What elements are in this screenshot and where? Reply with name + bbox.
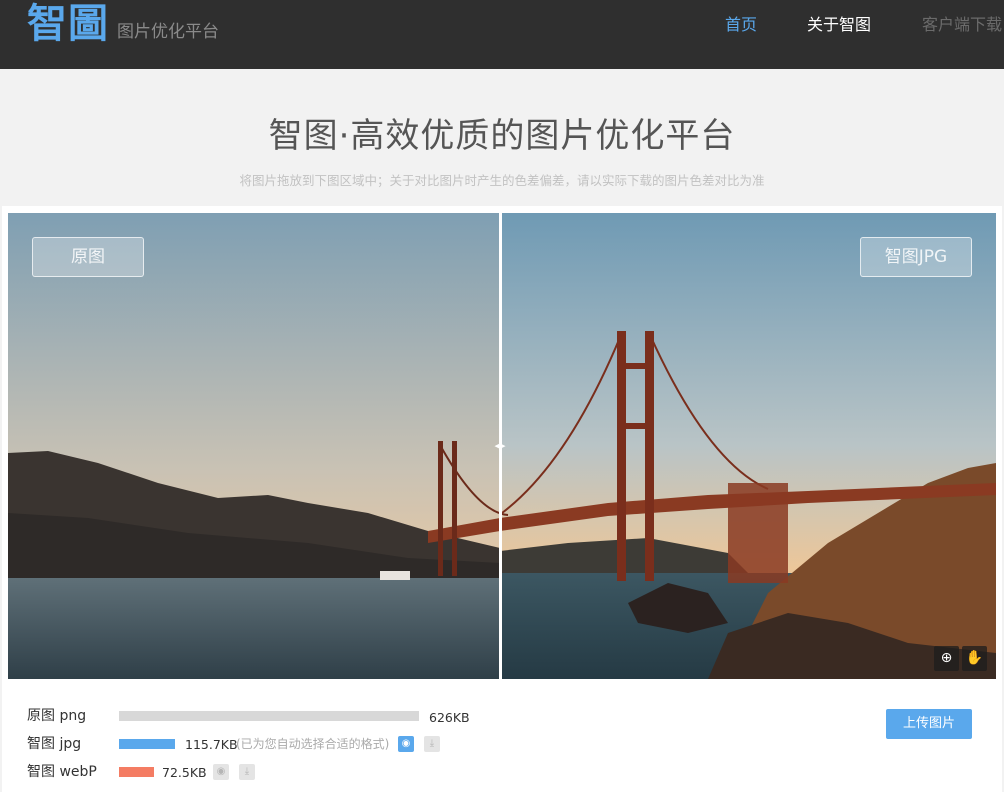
row-label-png: 原图 png — [27, 708, 87, 724]
preview-jpg-eye-icon[interactable]: ◉ — [398, 736, 414, 752]
zoom-in-icon[interactable]: ⊕ — [934, 646, 959, 671]
site-tagline: 图片优化平台 — [117, 22, 219, 42]
nav-about[interactable]: 关于智图 — [807, 15, 871, 35]
row-label-webp: 智图 webP — [27, 764, 97, 780]
download-webp-icon[interactable]: ⤓ — [239, 764, 255, 780]
top-navbar: 智圖 图片优化平台 首页 关于智图 客户端下载 — [0, 0, 1004, 69]
size-value-jpg: 115.7KB — [185, 737, 238, 752]
logo[interactable]: 智圖 — [27, 2, 109, 46]
auto-format-note: (已为您自动选择合适的格式) — [236, 737, 390, 751]
upload-image-button[interactable]: 上传图片 — [886, 709, 972, 739]
image-compare-area[interactable]: 原图 智图JPG ◂▸ ⊕ ✋ — [8, 213, 996, 679]
nav-home[interactable]: 首页 — [725, 15, 757, 35]
optimized-jpg-label[interactable]: 智图JPG — [860, 237, 972, 277]
size-bar-webp — [119, 767, 154, 777]
page-title: 智图·高效优质的图片优化平台 — [268, 116, 736, 156]
original-image-label[interactable]: 原图 — [32, 237, 144, 277]
hand-pan-icon[interactable]: ✋ — [962, 646, 987, 671]
size-bar-jpg — [119, 739, 175, 749]
size-bar-png — [119, 711, 419, 721]
row-label-jpg: 智图 jpg — [27, 736, 82, 752]
preview-webp-eye-icon[interactable]: ◉ — [213, 764, 229, 780]
nav-client-download[interactable]: 客户端下载 — [922, 15, 1002, 35]
page-hint: 将图片拖放到下图区域中；关于对比图片时产生的色差偏差，请以实际下载的图片色差对比… — [239, 173, 765, 188]
download-jpg-icon[interactable]: ⤓ — [424, 736, 440, 752]
size-value-png: 626KB — [429, 710, 470, 725]
drag-handle-icon[interactable]: ◂▸ — [491, 438, 509, 454]
size-value-webp: 72.5KB — [162, 765, 207, 780]
